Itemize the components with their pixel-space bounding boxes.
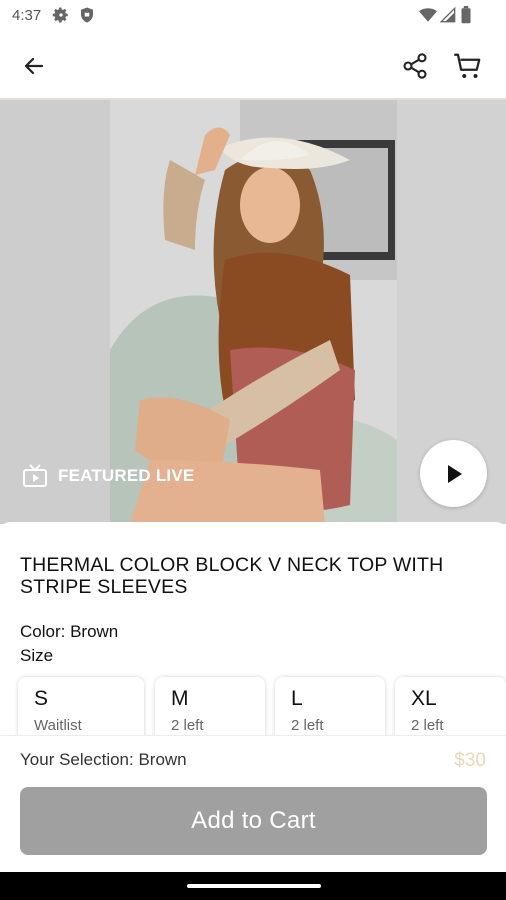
settings-icon <box>52 6 70 29</box>
live-tv-icon <box>23 464 47 487</box>
size-option-availability: Waitlist <box>34 717 82 734</box>
app-bar <box>0 32 506 98</box>
media-backdrop-left <box>0 100 110 524</box>
status-bar: 4:37 <box>0 0 506 32</box>
size-option-xl[interactable]: XL 2 left <box>395 677 506 735</box>
color-label: Color: Brown <box>20 622 119 641</box>
system-nav-bar <box>0 872 506 900</box>
product-title: THERMAL COLOR BLOCK V NECK TOP WITH STRI… <box>20 554 444 598</box>
play-icon <box>447 464 462 483</box>
featured-live-badge: FEATURED LIVE <box>22 464 194 488</box>
status-time: 4:37 <box>12 7 42 24</box>
share-icon <box>403 53 427 79</box>
featured-live-label: FEATURED LIVE <box>58 466 195 485</box>
size-option-label: L <box>291 687 303 710</box>
size-option-availability: 2 left <box>171 717 204 734</box>
signal-icon <box>439 6 456 29</box>
shield-icon <box>78 6 96 29</box>
back-arrow-icon <box>24 57 44 75</box>
play-button[interactable] <box>420 440 487 507</box>
selection-row: Your Selection: Brown $30 <box>0 735 506 784</box>
selection-text: Your Selection: Brown <box>20 750 187 769</box>
size-option-l[interactable]: L 2 left <box>275 677 385 735</box>
share-button[interactable] <box>395 46 435 86</box>
product-media: FEATURED LIVE <box>0 100 506 524</box>
size-option-label: M <box>171 687 189 710</box>
size-label: Size <box>20 646 54 665</box>
size-option-m[interactable]: M 2 left <box>155 677 265 735</box>
add-to-cart-button[interactable]: Add to Cart <box>20 787 487 855</box>
battery-icon <box>460 6 472 29</box>
home-handle[interactable] <box>187 884 321 888</box>
size-option-s[interactable]: S Waitlist <box>18 677 144 735</box>
price: $30 <box>454 750 486 771</box>
cart-icon <box>454 53 481 78</box>
size-option-availability: 2 left <box>411 717 444 734</box>
size-option-availability: 2 left <box>291 717 324 734</box>
size-option-label: S <box>34 687 49 710</box>
cart-button[interactable] <box>448 46 488 86</box>
back-button[interactable] <box>14 46 54 86</box>
product-sheet: THERMAL COLOR BLOCK V NECK TOP WITH STRI… <box>0 522 506 872</box>
size-option-label: XL <box>411 687 437 710</box>
product-photo <box>110 100 397 524</box>
size-options: S Waitlist M 2 left L 2 left XL 2 left <box>0 673 506 735</box>
wifi-icon <box>418 6 438 29</box>
